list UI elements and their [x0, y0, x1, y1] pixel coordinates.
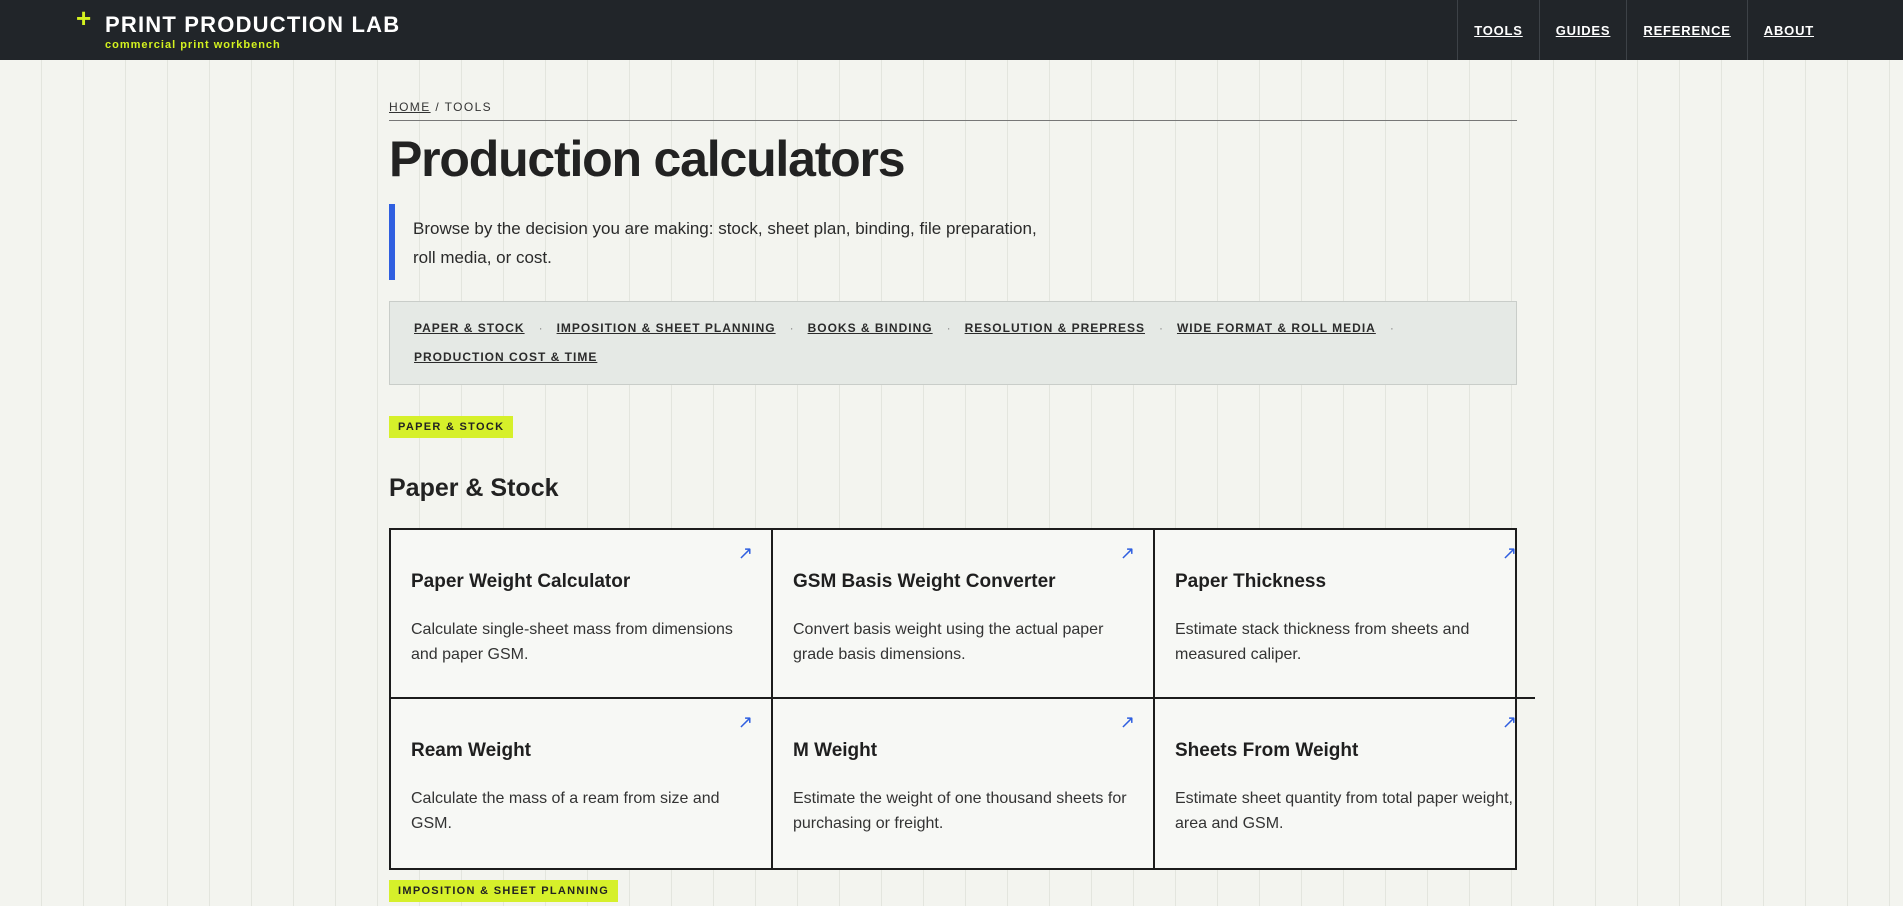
external-arrow-icon: ↗ — [737, 712, 753, 732]
breadcrumb-separator: / — [435, 100, 441, 114]
card-description: Estimate stack thickness from sheets and… — [1175, 621, 1470, 663]
nav-about[interactable]: ABOUT — [1746, 0, 1830, 60]
card-title: GSM Basis Weight Converter — [793, 571, 1056, 592]
jump-link-resolution-prepress[interactable]: RESOLUTION & PREPRESS — [965, 320, 1145, 337]
jump-link-wide-format[interactable]: WIDE FORMAT & ROLL MEDIA — [1177, 320, 1376, 337]
card-title: M Weight — [793, 740, 878, 761]
card-description: Calculate the mass of a ream from size a… — [411, 790, 720, 832]
tool-card-ream-weight[interactable]: ↗ Ream Weight Calculate the mass of a re… — [391, 699, 773, 868]
external-arrow-icon: ↗ — [1501, 543, 1517, 563]
jump-link-paper-stock[interactable]: PAPER & STOCK — [414, 320, 525, 337]
breadcrumb: HOME / TOOLS — [389, 100, 1517, 121]
intro-callout: Browse by the decision you are making: s… — [389, 204, 1089, 280]
tool-card-grid: ↗ Paper Weight Calculator Calculate sing… — [389, 528, 1535, 870]
card-title: Sheets From Weight — [1175, 740, 1359, 761]
brand-subtitle: commercial print workbench — [105, 39, 281, 51]
tool-card-paper-thickness[interactable]: ↗ Paper Thickness Estimate stack thickne… — [1155, 530, 1535, 699]
card-description: Calculate single-sheet mass from dimensi… — [411, 621, 733, 663]
card-title: Ream Weight — [411, 740, 532, 761]
nav-reference[interactable]: REFERENCE — [1626, 0, 1746, 60]
jump-link-production-cost[interactable]: PRODUCTION COST & TIME — [414, 349, 597, 366]
tool-card-sheets-from-weight[interactable]: ↗ Sheets From Weight Estimate sheet quan… — [1155, 699, 1535, 868]
tool-card-gsm-basis[interactable]: ↗ GSM Basis Weight Converter Convert bas… — [773, 530, 1155, 699]
card-title: Paper Weight Calculator — [411, 571, 631, 592]
tool-card-paper-weight[interactable]: ↗ Paper Weight Calculator Calculate sing… — [391, 530, 773, 699]
jump-separator: · — [1158, 321, 1163, 335]
jump-separator: · — [946, 321, 951, 335]
nav-tools[interactable]: TOOLS — [1457, 0, 1539, 60]
breadcrumb-current: TOOLS — [444, 100, 493, 114]
brand-title: PRINT PRODUCTION LAB — [105, 12, 401, 37]
tool-card-m-weight[interactable]: ↗ M Weight Estimate the weight of one th… — [773, 699, 1155, 868]
external-arrow-icon: ↗ — [1119, 712, 1135, 732]
section-title: Paper & Stock — [389, 474, 559, 502]
top-header: + PRINT PRODUCTION LAB commercial print … — [0, 0, 1903, 60]
breadcrumb-home[interactable]: HOME — [389, 100, 431, 114]
section-tag-paper-stock: PAPER & STOCK — [389, 416, 514, 438]
card-description: Estimate sheet quantity from total paper… — [1175, 790, 1513, 832]
external-arrow-icon: ↗ — [1501, 712, 1517, 732]
external-arrow-icon: ↗ — [1119, 543, 1135, 563]
card-description: Estimate the weight of one thousand shee… — [793, 790, 1127, 832]
category-jump-nav: PAPER & STOCK · IMPOSITION & SHEET PLANN… — [389, 301, 1517, 385]
external-arrow-icon: ↗ — [737, 543, 753, 563]
jump-separator: · — [538, 321, 543, 335]
nav-guides[interactable]: GUIDES — [1538, 0, 1627, 60]
jump-link-imposition[interactable]: IMPOSITION & SHEET PLANNING — [557, 320, 776, 337]
plus-icon: + — [76, 3, 92, 33]
jump-link-books-binding[interactable]: BOOKS & BINDING — [808, 320, 933, 337]
card-description: Convert basis weight using the actual pa… — [793, 621, 1104, 663]
jump-separator: · — [1389, 321, 1394, 335]
section-tag-imposition: IMPOSITION & SHEET PLANNING — [389, 880, 619, 902]
main-nav: TOOLS GUIDES REFERENCE ABOUT — [1457, 0, 1903, 60]
intro-text: Browse by the decision you are making: s… — [413, 219, 1037, 267]
page-title: Production calculators — [389, 131, 906, 187]
jump-separator: · — [789, 321, 794, 335]
card-title: Paper Thickness — [1175, 571, 1327, 592]
